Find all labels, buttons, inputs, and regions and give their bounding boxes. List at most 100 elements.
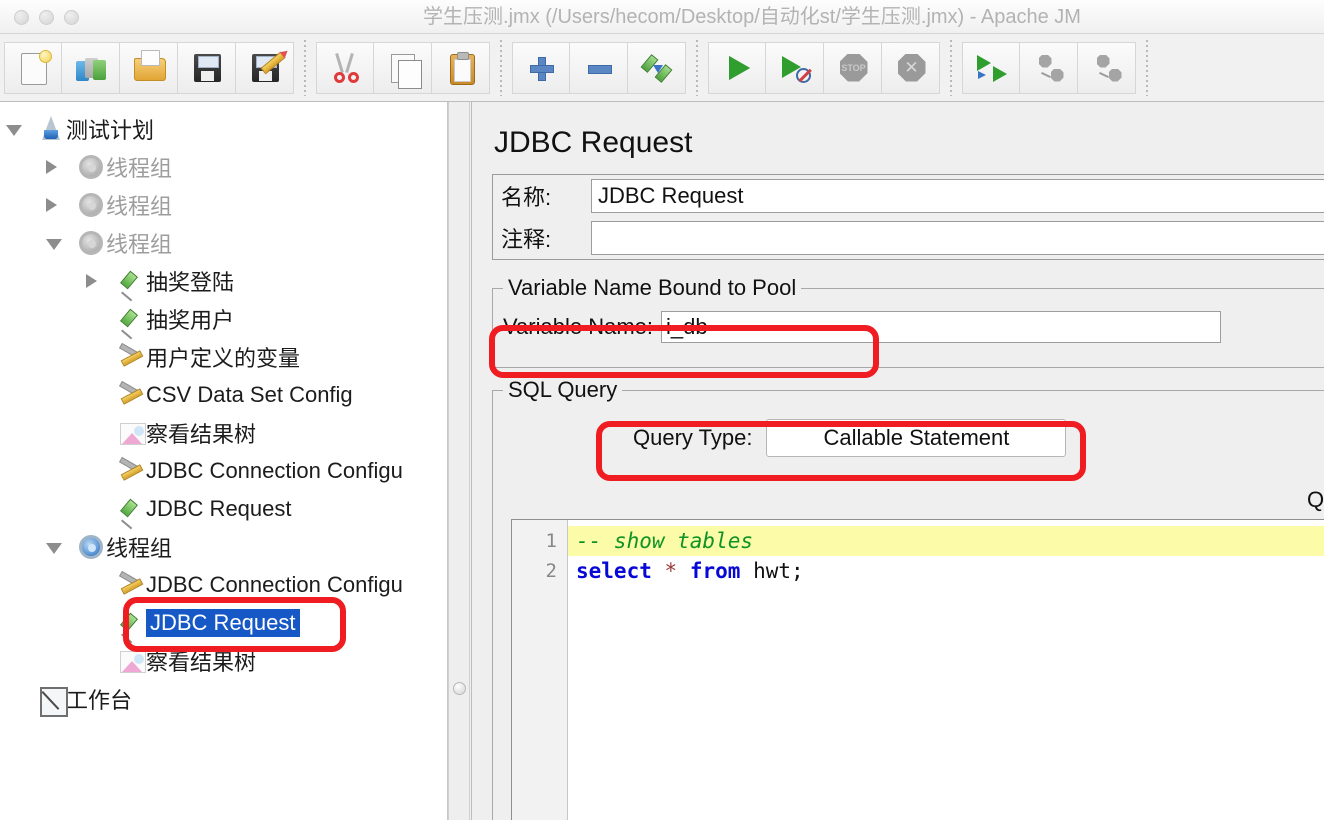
- comment-label: 注释:: [501, 227, 552, 252]
- tree-item[interactable]: JDBC Connection Configu: [0, 566, 447, 604]
- clipboard-icon: [442, 49, 480, 87]
- open-folder-icon: [130, 49, 168, 87]
- workbench-icon: [36, 684, 68, 717]
- config-tools-icon: [116, 570, 146, 600]
- plus-icon: [522, 49, 560, 87]
- toggle-button[interactable]: [628, 41, 686, 94]
- templates-icon: [72, 49, 110, 87]
- sql-keyword-select: select: [576, 559, 652, 583]
- chevron-right-icon[interactable]: [86, 274, 97, 288]
- tree-item-label: 测试计划: [66, 118, 155, 143]
- tree-item-label: CSV Data Set Config: [146, 382, 353, 407]
- comment-input[interactable]: [591, 221, 1324, 255]
- tree-item[interactable]: 察看结果树: [0, 642, 447, 680]
- expand-all-button[interactable]: [512, 41, 570, 94]
- toolbar-group-edit: [316, 41, 490, 94]
- comment-row: 注释:: [493, 217, 1324, 259]
- variable-pool-group-legend: Variable Name Bound to Pool: [503, 275, 802, 301]
- chevron-right-icon[interactable]: [46, 160, 57, 174]
- chevron-down-icon[interactable]: [6, 125, 22, 136]
- sampler-pipette-icon: [116, 494, 146, 530]
- tree-item-label: 察看结果树: [146, 650, 257, 675]
- tree-item[interactable]: 抽奖用户: [0, 300, 447, 340]
- splitter-handle[interactable]: [453, 682, 466, 695]
- floppy-pencil-icon: [246, 49, 286, 87]
- tree-item-label: 线程组: [106, 232, 173, 257]
- thread-group-gear-icon: [76, 190, 106, 220]
- copy-icon: [384, 49, 422, 89]
- sampler-pipette-icon: [116, 266, 146, 302]
- floppy-disk-icon: [188, 49, 226, 87]
- sampler-pipette-icon: [116, 304, 146, 340]
- panel-splitter[interactable]: [448, 102, 470, 820]
- paste-button[interactable]: [432, 41, 490, 94]
- shutdown-button[interactable]: ✕: [882, 41, 940, 94]
- stop-button[interactable]: STOP: [824, 41, 882, 94]
- test-plan-tree[interactable]: 测试计划 线程组 线程组 线程组 抽奖登陆 抽奖用户 用户定义的变量 CSV Data Set…: [0, 102, 447, 718]
- collapse-all-button[interactable]: [570, 41, 628, 94]
- editor-code-area[interactable]: -- show tables select * from hwt;: [568, 520, 1324, 820]
- sql-query-editor[interactable]: 1 2 -- show tables select * from hwt;: [511, 519, 1324, 820]
- query-field-label: Query:: [1306, 487, 1324, 512]
- main-split-area: 测试计划 线程组 线程组 线程组 抽奖登陆 抽奖用户 用户定义的变量 CSV Data Set…: [0, 102, 1324, 820]
- tree-item[interactable]: 线程组: [0, 528, 447, 566]
- view-results-tree-icon: [116, 418, 146, 448]
- tree-item[interactable]: 用户定义的变量: [0, 338, 447, 376]
- new-button[interactable]: [4, 41, 62, 94]
- tree-item-label: 用户定义的变量: [146, 346, 301, 371]
- tree-item-label: 线程组: [106, 156, 173, 181]
- remote-start-all-button[interactable]: [962, 41, 1020, 94]
- sql-table-token: hwt;: [753, 559, 804, 583]
- window-title: 学生压测.jmx (/Users/hecom/Desktop/自动化st/学生压…: [423, 6, 1081, 28]
- sql-keyword-from: from: [689, 559, 741, 583]
- tree-item[interactable]: JDBC Request: [0, 604, 447, 644]
- scissors-icon: [326, 49, 364, 87]
- remote-shutdown-all-button[interactable]: [1078, 41, 1136, 94]
- start-no-pauses-button[interactable]: [766, 41, 824, 94]
- chevron-down-icon[interactable]: [46, 543, 62, 554]
- line-number: 2: [545, 560, 557, 582]
- thread-group-gear-icon: [76, 152, 106, 182]
- tree-item-label: JDBC Request: [146, 609, 300, 637]
- title-bar: 学生压测.jmx (/Users/hecom/Desktop/自动化st/学生压…: [0, 0, 1324, 34]
- tree-item[interactable]: 抽奖登陆: [0, 262, 447, 302]
- cut-button[interactable]: [316, 41, 374, 94]
- name-comment-box: 名称: JDBC Request 注释:: [492, 174, 1324, 260]
- tree-item[interactable]: JDBC Request: [0, 490, 447, 530]
- remote-nodes-stop-icon: [1030, 49, 1068, 87]
- view-results-tree-icon: [116, 646, 146, 676]
- tree-item[interactable]: 线程组: [0, 186, 447, 224]
- query-type-row: Query Type: Callable Statement: [633, 419, 1067, 457]
- start-button[interactable]: [708, 41, 766, 94]
- copy-button[interactable]: [374, 41, 432, 94]
- tree-item-label: JDBC Connection Configu: [146, 572, 403, 597]
- code-line[interactable]: -- show tables: [568, 526, 1324, 556]
- code-line[interactable]: select * from hwt;: [568, 556, 1324, 586]
- templates-button[interactable]: [62, 41, 120, 94]
- variable-name-input[interactable]: i_db: [661, 311, 1221, 343]
- save-as-button[interactable]: [236, 41, 294, 94]
- query-type-select[interactable]: Callable Statement: [766, 419, 1067, 457]
- remote-start-icon: [972, 49, 1010, 87]
- remote-stop-all-button[interactable]: [1020, 41, 1078, 94]
- name-row: 名称: JDBC Request: [493, 175, 1324, 217]
- name-input[interactable]: JDBC Request: [591, 179, 1324, 213]
- config-tools-icon: [116, 342, 146, 372]
- editor-line-numbers: 1 2: [512, 520, 568, 820]
- chevron-right-icon[interactable]: [46, 198, 57, 212]
- tree-item[interactable]: 察看结果树: [0, 414, 447, 452]
- save-button[interactable]: [178, 41, 236, 94]
- tree-item[interactable]: 工作台: [0, 680, 447, 718]
- config-tools-icon: [116, 456, 146, 486]
- open-button[interactable]: [120, 41, 178, 94]
- test-plan-tree-panel[interactable]: 测试计划 线程组 线程组 线程组 抽奖登陆 抽奖用户 用户定义的变量 CSV Data Set…: [0, 102, 448, 820]
- remote-nodes-shutdown-icon: [1088, 49, 1126, 87]
- tree-item[interactable]: 测试计划: [0, 110, 447, 148]
- query-type-label: Query Type:: [633, 425, 753, 450]
- tree-item[interactable]: 线程组: [0, 148, 447, 186]
- chevron-down-icon[interactable]: [46, 239, 62, 250]
- variable-name-row: Variable Name: i_db: [503, 311, 1221, 343]
- tree-item[interactable]: JDBC Connection Configu: [0, 452, 447, 490]
- tree-item[interactable]: 线程组: [0, 224, 447, 262]
- tree-item[interactable]: CSV Data Set Config: [0, 376, 447, 414]
